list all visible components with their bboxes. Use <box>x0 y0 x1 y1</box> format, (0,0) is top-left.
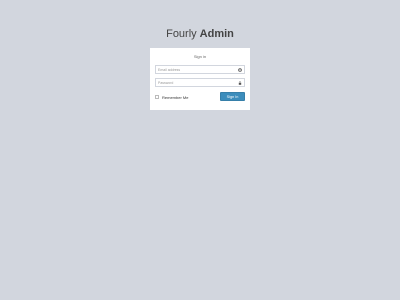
password-field[interactable] <box>155 78 245 87</box>
email-field[interactable] <box>155 65 245 74</box>
email-input[interactable] <box>156 66 238 73</box>
remember-me-checkbox[interactable] <box>155 95 159 99</box>
remember-me[interactable]: Remember Me <box>155 94 188 100</box>
login-box: Sign in Remember Me Sign In <box>150 48 250 110</box>
password-input[interactable] <box>156 79 238 86</box>
remember-me-label: Remember Me <box>162 94 189 100</box>
login-box-message: Sign in <box>193 54 207 59</box>
logo-light-text: Fourly <box>166 28 197 40</box>
envelope-icon <box>238 67 242 72</box>
sign-in-button[interactable]: Sign In <box>220 92 245 101</box>
lock-icon <box>238 80 242 85</box>
logo-bold-text: Admin <box>199 28 234 40</box>
app-logo: Fourly Admin <box>0 28 400 40</box>
